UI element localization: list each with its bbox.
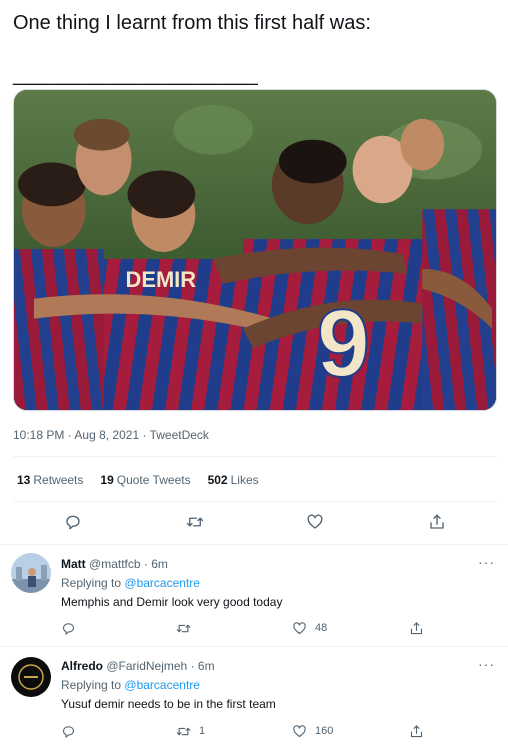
reply-icon [66,515,80,530]
likes-stat[interactable]: 502 Likes [208,473,259,487]
celebration-photo: DEMIR 9 [14,90,496,410]
avatar-image [11,553,51,593]
retweet-icon [176,727,191,735]
more-icon[interactable]: ··· [478,656,495,672]
avatar[interactable] [11,553,51,593]
like-button[interactable]: 160 [292,722,333,740]
retweet-button[interactable] [176,619,199,637]
retweet-button[interactable]: 1 [176,722,205,740]
mention-link[interactable]: @barcacentre [124,576,200,590]
like-count: 48 [315,622,328,634]
reply-header: Matt @mattfcb · 6m [61,557,168,571]
reply-text: Yusuf demir needs to be in the first tea… [61,697,276,711]
display-name[interactable]: Matt [61,557,86,571]
display-name[interactable]: Alfredo [61,659,103,673]
tweet-date[interactable]: Aug 8, 2021 [74,428,139,442]
user-handle[interactable]: @FaridNejmeh [106,659,187,673]
like-icon [293,724,306,737]
reply-age[interactable]: · 6m [144,557,168,571]
avatar-image [11,657,51,697]
retweet-button[interactable] [183,510,207,534]
reply-button[interactable] [61,722,84,740]
reply-header: Alfredo @FaridNejmeh · 6m [61,659,215,673]
share-icon [410,621,423,634]
like-button[interactable]: 48 [292,619,327,637]
reply-icon [62,725,75,738]
reply-tweet[interactable]: Alfredo @FaridNejmeh · 6m ··· Replying t… [0,647,508,750]
like-count: 160 [315,725,334,737]
mention-link[interactable]: @barcacentre [124,678,200,692]
reply-icon [62,622,75,635]
avatar[interactable] [11,657,51,697]
divider [13,456,497,457]
share-icon [410,724,423,737]
like-icon [307,514,323,529]
reply-button[interactable] [61,619,84,637]
reply-age[interactable]: · 6m [191,659,215,673]
tweet-photo[interactable]: DEMIR 9 [13,89,497,411]
share-button[interactable] [409,722,424,740]
like-button[interactable] [303,510,327,534]
reply-tweet[interactable]: Matt @mattfcb · 6m ··· Replying to @barc… [0,545,508,646]
more-icon[interactable]: ··· [478,554,495,570]
tweet-meta: 10:18 PM · Aug 8, 2021 · TweetDeck [13,428,209,442]
tweet-text: One thing I learnt from this first half … [13,12,371,86]
tweet-actions [13,510,497,534]
replying-to: Replying to @barcacentre [61,576,200,590]
jersey-number-text: 9 [317,291,370,397]
retweet-count: 1 [199,725,206,737]
reply-text: Memphis and Demir look very good today [61,595,283,609]
replying-to: Replying to @barcacentre [61,678,200,692]
tweet-source[interactable]: TweetDeck [150,428,209,442]
share-button[interactable] [409,619,424,637]
reply-button[interactable] [61,510,85,534]
user-handle[interactable]: @mattfcb [89,557,141,571]
retweet-icon [186,517,204,527]
share-icon [430,514,444,529]
retweet-icon [176,624,191,632]
retweets-stat[interactable]: 13 Retweets [17,473,83,487]
jersey-name-text: DEMIR [126,267,197,292]
share-button[interactable] [425,510,449,534]
divider [13,501,497,502]
tweet-time[interactable]: 10:18 PM [13,428,64,442]
like-icon [293,621,306,634]
quote-tweets-stat[interactable]: 19 Quote Tweets [100,473,190,487]
tweet-stats: 13 Retweets 19 Quote Tweets 502 Likes [17,473,259,487]
